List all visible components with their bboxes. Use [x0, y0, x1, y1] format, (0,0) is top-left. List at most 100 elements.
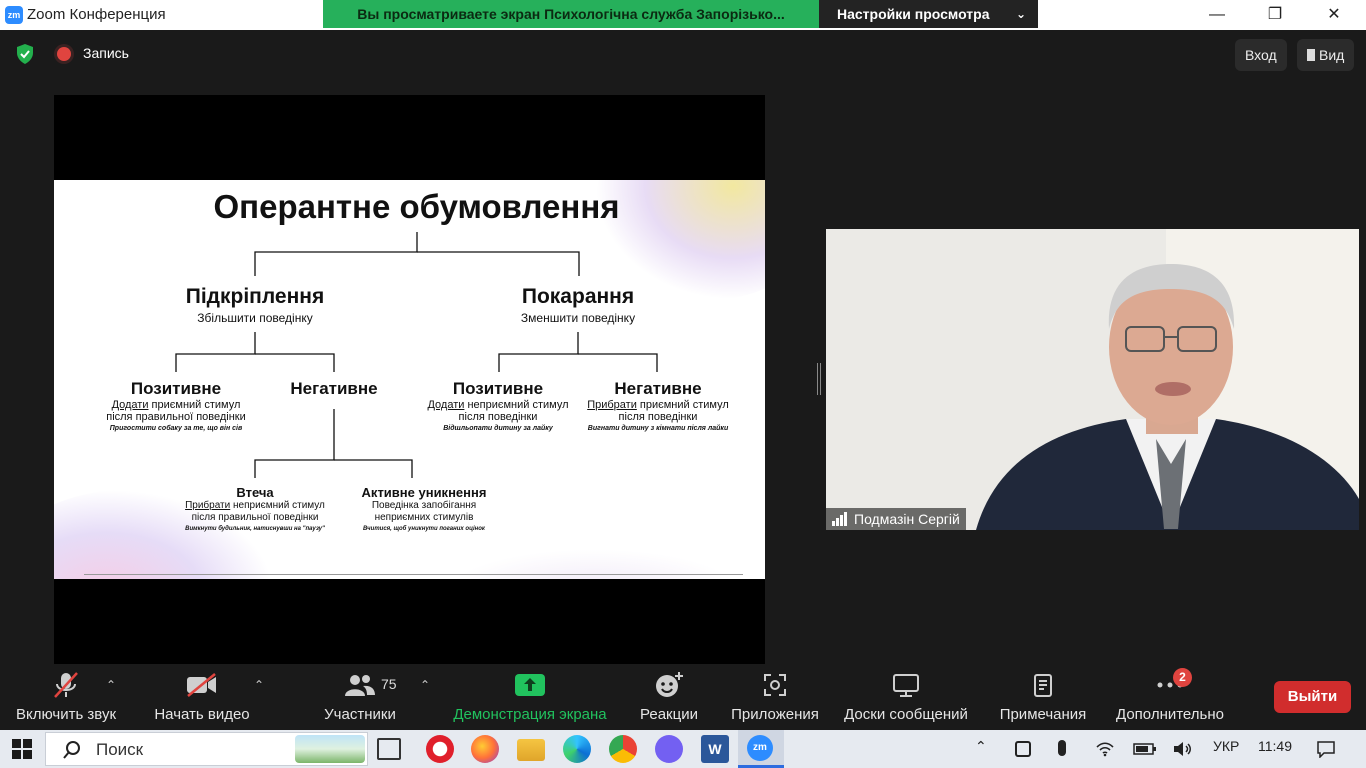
file-explorer-icon[interactable]	[517, 739, 545, 761]
start-video-label: Начать видео	[154, 706, 250, 723]
participants-button[interactable]: Участники	[318, 664, 402, 730]
node-title: Підкріплення	[185, 285, 325, 308]
participant-name-tag: Подмазін Сергій	[826, 508, 966, 530]
battery-icon[interactable]	[1133, 742, 1157, 756]
windows-start-icon[interactable]	[12, 739, 32, 759]
positive-reinforcement-node: Позитивне Додати приємний стимул після п…	[96, 379, 256, 432]
apps-icon	[764, 674, 786, 696]
node-desc: Додати приємний стимул	[96, 399, 256, 411]
node-example: Вчитися, щоб уникнути поганих оцінок	[363, 526, 485, 532]
unmute-button[interactable]: Включить звук	[10, 664, 122, 730]
clock-time[interactable]: 11:49	[1258, 738, 1292, 754]
node-title: Втеча	[236, 485, 274, 500]
search-icon	[63, 741, 80, 759]
microphone-tray-icon[interactable]	[1058, 740, 1066, 756]
split-resize-handle[interactable]	[817, 363, 821, 395]
reactions-button[interactable]: Реакции	[636, 664, 702, 730]
more-button[interactable]: Дополнительно	[1110, 664, 1230, 730]
negative-punishment-node: Негативне Прибрати приємний стимул після…	[578, 379, 738, 432]
app-title: Zoom Конференция	[27, 6, 166, 23]
node-title: Негативне	[290, 379, 378, 398]
wifi-icon[interactable]	[1096, 741, 1114, 757]
notifications-icon[interactable]	[1316, 740, 1336, 758]
node-title: Негативне	[614, 379, 702, 398]
view-layout-icon	[1307, 49, 1315, 61]
search-text: Поиск	[96, 740, 144, 759]
more-label: Дополнительно	[1116, 706, 1224, 723]
signin-button[interactable]: Вход	[1235, 39, 1287, 71]
apps-button[interactable]: Приложения	[726, 664, 824, 730]
whiteboard-icon	[893, 674, 919, 697]
search-highlight-image	[295, 735, 365, 763]
close-button[interactable]: ✕	[1322, 4, 1346, 26]
audio-options-caret-icon[interactable]: ⌃	[106, 678, 116, 692]
recording-icon	[57, 47, 71, 61]
punishment-node: Покарання Зменшити поведінку	[477, 285, 679, 324]
node-desc-line1: неприємний стимул	[464, 399, 569, 411]
node-title: Позитивне	[452, 379, 544, 398]
view-button[interactable]: Вид	[1297, 39, 1355, 71]
node-desc-line2: після поведінки	[618, 411, 698, 423]
node-verb: Додати	[111, 399, 149, 411]
participant-portrait	[826, 229, 1359, 530]
node-example: Пригостити собаку за те, що він сів	[109, 425, 243, 432]
node-desc: Додати неприємний стимул	[418, 399, 578, 411]
participant-video[interactable]: Подмазін Сергій	[826, 229, 1359, 530]
share-screen-button[interactable]: Демонстрация экрана	[448, 664, 612, 730]
active-avoidance-node: Активне уникнення Поведінка запобігання …	[339, 485, 509, 532]
encryption-shield-icon[interactable]	[15, 43, 35, 65]
node-desc-line1: неприємний стимул	[230, 500, 325, 511]
windows-taskbar: Поиск W zm ⌃ УКР 11:49	[0, 730, 1366, 768]
reactions-icon	[656, 672, 683, 697]
signal-strength-icon	[832, 512, 847, 526]
word-icon[interactable]: W	[701, 735, 729, 763]
taskbar-search-box[interactable]: Поиск	[45, 732, 368, 766]
participant-name: Подмазін Сергій	[854, 511, 960, 527]
view-options-button[interactable]: Настройки просмотра ⌄	[819, 0, 1038, 28]
share-screen-label: Демонстрация экрана	[453, 706, 607, 723]
node-example: Відшльопати дитину за лайку	[443, 425, 553, 432]
view-options-label: Настройки просмотра	[837, 6, 990, 22]
zoom-taskbar-active[interactable]: zm	[738, 730, 784, 768]
shared-screen: Оперантне обумовлення Підкріплення Збіль…	[54, 95, 765, 664]
camera-tray-icon[interactable]	[1015, 741, 1031, 757]
meeting-controls-toolbar: Включить звук ⌃ Начать видео ⌃ Участники…	[0, 664, 1366, 730]
chrome-icon[interactable]	[609, 735, 637, 763]
whiteboards-label: Доски сообщений	[844, 706, 968, 723]
participants-options-caret-icon[interactable]: ⌃	[420, 678, 430, 692]
leave-meeting-button[interactable]: Выйти	[1274, 681, 1351, 713]
node-desc: Прибрати приємний стимул	[578, 399, 738, 411]
participants-icon	[345, 675, 375, 696]
slide-footer-line	[84, 574, 743, 575]
notes-label: Примечания	[999, 706, 1087, 723]
node-desc-line1: приємний стимул	[148, 399, 241, 411]
start-video-button[interactable]: Начать видео	[150, 664, 254, 730]
restore-button[interactable]: ❐	[1263, 4, 1287, 26]
task-view-icon[interactable]	[377, 738, 401, 760]
volume-icon[interactable]	[1172, 741, 1192, 757]
apps-label: Приложения	[731, 706, 819, 723]
whiteboards-button[interactable]: Доски сообщений	[838, 664, 974, 730]
minimize-button[interactable]: —	[1205, 4, 1229, 26]
show-hidden-icons-icon[interactable]: ⌃	[975, 738, 987, 755]
escape-node: Втеча Прибрати неприємний стимул після п…	[162, 485, 348, 532]
edge-icon[interactable]	[563, 735, 591, 763]
video-options-caret-icon[interactable]: ⌃	[254, 678, 264, 692]
node-desc-line2: після правильної поведінки	[106, 411, 246, 423]
node-example: Вимкнути будильник, натиснувши на "паузу…	[185, 526, 325, 532]
more-notification-badge: 2	[1173, 668, 1192, 687]
opera-icon[interactable]	[426, 735, 454, 763]
zoom-app-icon: zm	[747, 735, 773, 761]
node-title: Позитивне	[130, 379, 222, 398]
zoom-logo-icon: zm	[5, 6, 23, 24]
node-desc: Зменшити поведінку	[520, 311, 636, 325]
node-verb: Прибрати	[185, 500, 231, 511]
notes-button[interactable]: Примечания	[994, 664, 1092, 730]
viber-icon[interactable]	[655, 735, 683, 763]
negative-reinforcement-node: Негативне	[264, 379, 404, 399]
chevron-down-icon: ⌄	[1015, 7, 1026, 21]
input-language[interactable]: УКР	[1213, 738, 1239, 754]
firefox-icon[interactable]	[471, 735, 499, 763]
notes-icon	[1034, 674, 1052, 697]
presentation-slide: Оперантне обумовлення Підкріплення Збіль…	[54, 180, 765, 579]
